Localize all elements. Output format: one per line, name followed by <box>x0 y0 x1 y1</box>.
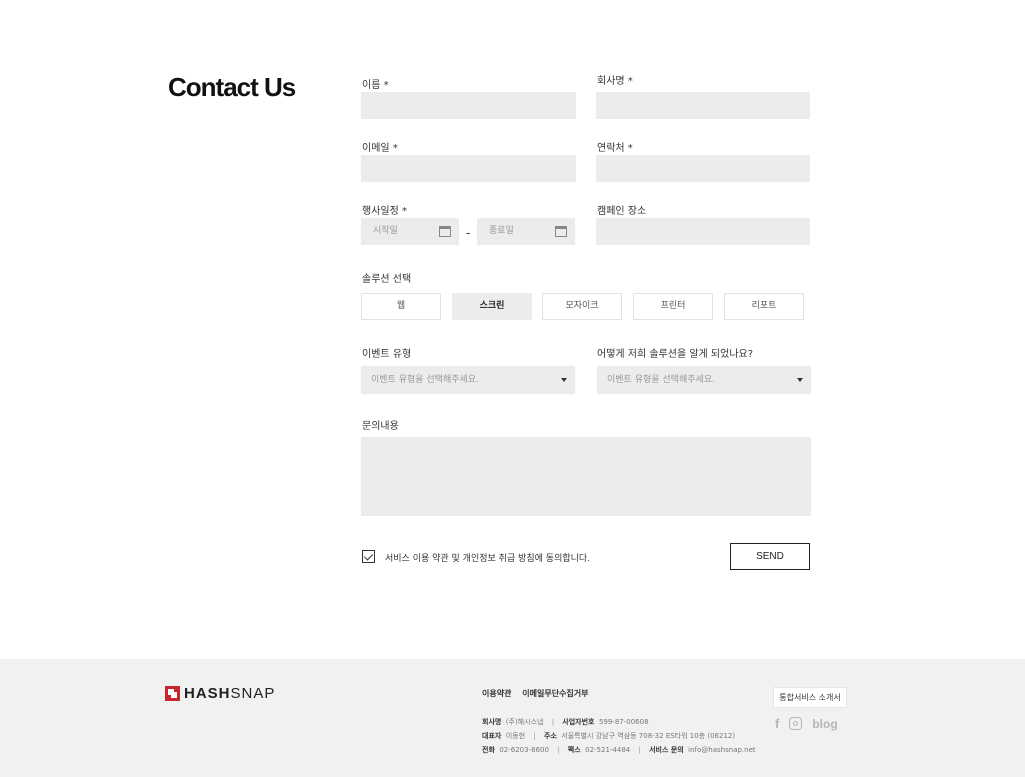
inquiry-label: 문의내용 <box>362 421 399 432</box>
company-field[interactable] <box>596 92 810 119</box>
service-email[interactable]: info@hashsnap.net <box>688 746 755 754</box>
solution-option-screen[interactable]: 스크린 <box>452 293 532 320</box>
solution-option-printer[interactable]: 프린터 <box>633 293 713 320</box>
company-info-line-1: 회사명 (주)해시스냅 | 사업자번호 599-87-00608 <box>482 718 649 726</box>
agree-checkbox[interactable] <box>362 550 375 563</box>
terms-link[interactable]: 이용약관 <box>482 689 511 698</box>
venue-field[interactable] <box>596 218 810 245</box>
tel-label: 전화 <box>482 746 495 754</box>
end-date-field[interactable]: 종료일 <box>477 218 575 245</box>
service-label: 서비스 문의 <box>649 746 684 754</box>
caret-down-icon <box>797 378 803 382</box>
ceo-name: 이동현 <box>505 732 526 740</box>
ceo-label: 대표자 <box>482 732 502 740</box>
biz-no: 599-87-00608 <box>598 718 649 726</box>
instagram-icon[interactable] <box>789 717 803 730</box>
inquiry-textarea[interactable] <box>361 437 811 516</box>
event-type-select[interactable]: 이벤트 유형을 선택해주세요. <box>361 366 575 394</box>
solution-option-report[interactable]: 리포트 <box>724 293 804 320</box>
address-label: 주소 <box>543 732 557 740</box>
phone-field[interactable] <box>596 155 810 182</box>
biz-no-label: 사업자번호 <box>562 718 595 726</box>
send-button[interactable]: SEND <box>730 543 810 570</box>
caret-down-icon <box>561 378 567 382</box>
referral-placeholder: 이벤트 유형을 선택해주세요. <box>607 375 715 385</box>
contact-page: Contact Us 이름 * 회사명 * 이메일 * 연락처 * 행사일정 *… <box>0 0 1025 777</box>
company-info-line-3: 전화 02-6203-8600 | 팩스 02-521-4484 | 서비스 문… <box>482 746 756 754</box>
calendar-icon[interactable] <box>555 226 567 237</box>
hashsnap-logo[interactable]: HASHSNAP <box>165 684 276 702</box>
referral-label: 어떻게 저희 솔루션을 알게 되었나요? <box>597 349 754 360</box>
event-type-placeholder: 이벤트 유형을 선택해주세요. <box>371 375 479 385</box>
start-date-placeholder: 시작일 <box>373 226 398 236</box>
date-separator: - <box>466 226 471 240</box>
calendar-icon[interactable] <box>439 226 451 237</box>
address: 서울특별시 강남구 역삼동 708-32 ES타워 10층 (06212) <box>561 732 736 740</box>
email-label: 이메일 * <box>362 143 398 154</box>
service-intro-button[interactable]: 통합서비스 소개서 <box>773 687 847 708</box>
referral-select[interactable]: 이벤트 유형을 선택해주세요. <box>597 366 811 394</box>
end-date-placeholder: 종료일 <box>489 226 514 236</box>
phone-label: 연락처 * <box>597 143 633 154</box>
name-label: 이름 * <box>362 80 389 91</box>
schedule-label: 행사일정 * <box>362 206 407 217</box>
fax-label: 팩스 <box>567 746 581 754</box>
event-type-label: 이벤트 유형 <box>362 349 412 360</box>
company-info-line-2: 대표자 이동현 | 주소 서울특별시 강남구 역삼동 708-32 ES타워 1… <box>482 732 736 740</box>
logo-text-light: SNAP <box>230 684 276 702</box>
fax: 02-521-4484 <box>585 746 631 754</box>
logo-text-bold: HASH <box>184 684 231 702</box>
page-title: Contact Us <box>168 72 296 102</box>
footer-links: 이용약관 이메일무단수집거부 <box>482 688 597 699</box>
name-field[interactable] <box>361 92 576 119</box>
company-label: 회사명 * <box>597 76 633 87</box>
tel: 02-6203-8600 <box>499 746 549 754</box>
company-name-label: 회사명 <box>482 718 502 726</box>
hashsnap-logo-mark <box>165 685 180 701</box>
solution-label: 솔루션 선택 <box>362 274 412 285</box>
facebook-icon[interactable]: f <box>775 716 779 731</box>
checkmark-icon <box>363 551 374 561</box>
solution-option-web[interactable]: 웹 <box>361 293 441 320</box>
blog-icon[interactable]: blog <box>812 717 837 731</box>
social-links: f blog <box>775 716 838 731</box>
solution-option-mosaic[interactable]: 모자이크 <box>542 293 622 320</box>
venue-label: 캠페인 장소 <box>597 206 647 217</box>
email-refusal-link[interactable]: 이메일무단수집거부 <box>522 689 588 698</box>
start-date-field[interactable]: 시작일 <box>361 218 459 245</box>
company-name: (주)해시스냅 <box>505 718 544 726</box>
agree-text: 서비스 이용 약관 및 개인정보 취급 방침에 동의합니다. <box>385 554 591 564</box>
email-field[interactable] <box>361 155 576 182</box>
